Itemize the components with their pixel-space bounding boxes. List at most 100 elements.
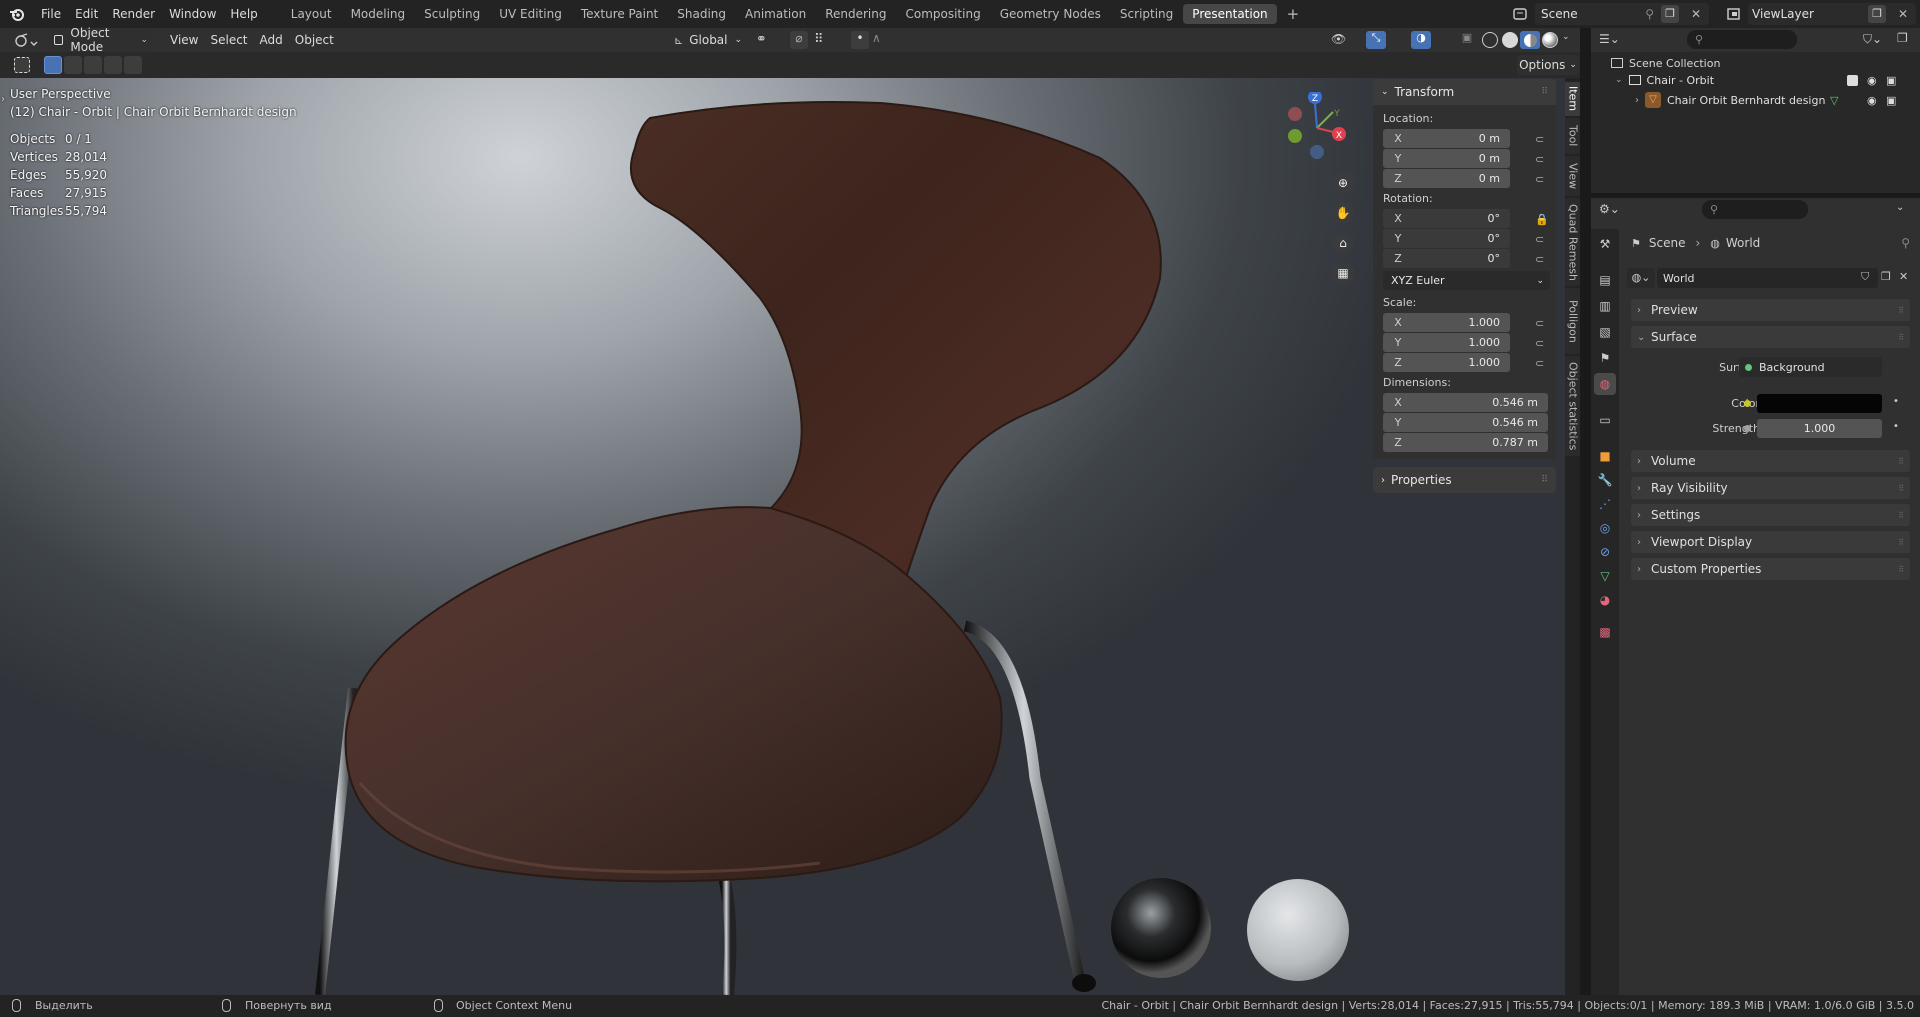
menu-render[interactable]: Render [105, 0, 162, 28]
rotation-y-field[interactable]: Y 0° ⊂ [1383, 229, 1544, 248]
properties-editor-icon[interactable]: ⚙⌄ [1599, 202, 1620, 216]
tab-view[interactable]: View [1565, 156, 1581, 196]
falloff-icon[interactable]: ∧ [872, 31, 881, 45]
perspective-grid-icon[interactable]: ▦ [1332, 262, 1354, 284]
tab-shading[interactable]: Shading [668, 4, 735, 24]
object-row[interactable]: › ▽ Chair Orbit Bernhardt design ▽ ◉ ▣ [1635, 90, 1920, 110]
remove-viewlayer-icon[interactable]: ✕ [1898, 7, 1908, 21]
strength-socket-icon[interactable] [1744, 425, 1751, 432]
dimension-z-field[interactable]: Z 0.787 m [1383, 433, 1548, 452]
menu-object[interactable]: Object [289, 30, 340, 50]
location-z-field[interactable]: Z0 m ⊂ [1383, 169, 1544, 188]
section-volume[interactable]: › Volume ⠿ [1631, 450, 1910, 472]
unlock-icon[interactable]: ⊂ [1535, 173, 1549, 186]
eye-icon[interactable]: ◉ [1867, 94, 1877, 107]
physics-icon[interactable]: ◎ [1596, 519, 1614, 537]
location-x-field[interactable]: X0 m ⊂ [1383, 129, 1544, 148]
chevron-right-icon[interactable]: › [1635, 95, 1639, 106]
overlay-toggle-icon[interactable]: ◑ [1411, 31, 1431, 49]
section-settings[interactable]: › Settings ⠿ [1631, 504, 1910, 526]
section-custom-properties[interactable]: › Custom Properties ⠿ [1631, 558, 1910, 580]
menu-window[interactable]: Window [162, 0, 223, 28]
tab-tool[interactable]: Tool [1565, 118, 1581, 154]
keyframe-dot-icon[interactable]: • [1893, 421, 1899, 432]
outliner-editor-icon[interactable]: ☰⌄ [1599, 32, 1620, 46]
viewlayer-icon[interactable] [1726, 6, 1748, 22]
tab-texture-paint[interactable]: Texture Paint [572, 4, 667, 24]
unlock-icon[interactable]: ⊂ [1535, 133, 1549, 146]
scale-x-field[interactable]: X 1.000 ⊂ [1383, 313, 1544, 332]
eye-icon[interactable]: ◉ [1867, 74, 1877, 87]
new-scene-icon[interactable]: ❐ [1661, 5, 1679, 23]
section-preview[interactable]: › Preview ⠿ [1631, 299, 1910, 321]
tab-layout[interactable]: Layout [282, 4, 341, 24]
properties-panel-header[interactable]: › Properties ⠿ [1373, 467, 1556, 493]
proportional-edit-icon[interactable]: • [851, 31, 869, 49]
outliner-search-field[interactable]: ⚲ [1687, 30, 1797, 49]
unlock-icon[interactable]: ⊂ [1535, 357, 1549, 370]
tab-object-statistics[interactable]: Object statistics [1565, 356, 1581, 456]
tab-rendering[interactable]: Rendering [816, 4, 895, 24]
tab-presentation[interactable]: Presentation [1183, 4, 1277, 24]
xray-toggle-icon[interactable]: ▣ [1458, 31, 1476, 49]
select-subtract-icon[interactable] [84, 56, 102, 74]
select-extend-icon[interactable] [64, 56, 82, 74]
scene-selector-icon[interactable] [1512, 6, 1530, 22]
shading-wireframe-icon[interactable] [1482, 32, 1498, 48]
3d-viewport[interactable]: › User Perspective (12) Chair - Orbit | … [0, 78, 1565, 995]
select-intersect-icon[interactable] [124, 56, 142, 74]
lock-icon[interactable]: 🔒 [1535, 213, 1549, 226]
snap-toggle-icon[interactable]: ⌀ [790, 31, 808, 49]
dimension-x-field[interactable]: X 0.546 m [1383, 393, 1548, 412]
checkbox-icon[interactable] [1847, 74, 1858, 86]
visibility-icon[interactable]: 👁 [1331, 32, 1346, 46]
tab-sculpting[interactable]: Sculpting [415, 4, 489, 24]
new-collection-icon[interactable]: ❐ [1897, 31, 1908, 45]
section-viewport-display[interactable]: › Viewport Display ⠿ [1631, 531, 1910, 553]
camera-icon[interactable]: ⌂ [1332, 232, 1354, 254]
select-new-icon[interactable] [44, 56, 62, 74]
scale-y-field[interactable]: Y 1.000 ⊂ [1383, 333, 1544, 352]
shading-material-icon[interactable] [1520, 31, 1540, 49]
pan-hand-icon[interactable]: ✋ [1332, 202, 1354, 224]
unlock-icon[interactable]: ⊂ [1535, 337, 1549, 350]
viewlayer-field[interactable]: ViewLayer ❐ ✕ [1748, 3, 1916, 25]
editor-type-icon[interactable] [8, 29, 44, 51]
duplicate-icon[interactable]: ❐ [1881, 270, 1891, 283]
drag-handle-icon[interactable]: ⠿ [1541, 475, 1548, 485]
constraints-icon[interactable]: ⊘ [1596, 543, 1614, 561]
menu-edit[interactable]: Edit [68, 0, 105, 28]
tab-item[interactable]: Item [1565, 82, 1581, 116]
properties-search-field[interactable]: ⚲ [1702, 200, 1808, 219]
rotation-z-field[interactable]: Z 0° ⊂ [1383, 249, 1544, 268]
surface-shader-dropdown[interactable]: Background [1739, 357, 1882, 377]
world-icon[interactable]: ◍ [1594, 373, 1616, 395]
strength-field[interactable]: 1.000 [1757, 419, 1882, 438]
output-icon[interactable]: ▥ [1596, 297, 1614, 315]
fake-user-shield-icon[interactable]: ⛉ [1861, 270, 1869, 284]
rotation-mode-dropdown[interactable]: XYZ Euler ⌄ [1383, 271, 1550, 290]
transform-orientation-dropdown[interactable]: ⊾ Global ⌄ [668, 30, 748, 50]
world-name-field[interactable]: World [1657, 268, 1878, 288]
color-socket-icon[interactable] [1744, 400, 1751, 407]
view-layer-icon[interactable]: ▧ [1596, 323, 1614, 341]
unlink-icon[interactable]: ✕ [1899, 270, 1908, 283]
unlock-icon[interactable]: ⊂ [1535, 153, 1549, 166]
modifier-wrench-icon[interactable]: 🔧 [1596, 471, 1614, 489]
object-data-icon[interactable]: ▽ [1596, 567, 1614, 585]
filter-icon[interactable]: ⛉⌄ [1863, 32, 1882, 47]
particles-icon[interactable]: ⋰ [1596, 495, 1614, 513]
rotation-x-field[interactable]: X 0° 🔒 [1383, 209, 1549, 228]
tab-geometry-nodes[interactable]: Geometry Nodes [991, 4, 1110, 24]
scale-z-field[interactable]: Z 1.000 ⊂ [1383, 353, 1544, 372]
remove-scene-icon[interactable]: ✕ [1691, 7, 1701, 21]
scene-icon[interactable]: ⚑ [1596, 349, 1614, 367]
color-swatch[interactable] [1757, 394, 1882, 413]
viewport-toggle-arrow-icon[interactable]: › [1, 94, 5, 105]
world-browse-icon[interactable]: ◍⌄ [1627, 268, 1655, 288]
pin-icon[interactable]: ⚲ [1901, 236, 1910, 250]
dimension-y-field[interactable]: Y 0.546 m [1383, 413, 1548, 432]
shading-rendered-icon[interactable] [1542, 32, 1558, 48]
menu-select[interactable]: Select [204, 30, 253, 50]
location-y-field[interactable]: Y0 m ⊂ [1383, 149, 1544, 168]
